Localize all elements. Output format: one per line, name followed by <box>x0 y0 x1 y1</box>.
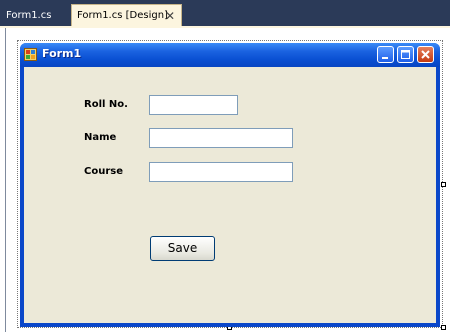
roll-no-label: Roll No. <box>84 99 128 110</box>
minimize-icon <box>382 57 388 59</box>
design-surface: Form1 Roll No. Name Course Save <box>0 28 450 332</box>
tab-label: Form1.cs [Design] <box>77 10 168 21</box>
name-input[interactable] <box>149 128 293 148</box>
form-titlebar[interactable]: Form1 <box>20 43 440 67</box>
resize-handle-corner[interactable] <box>441 325 446 330</box>
maximize-icon <box>401 50 410 59</box>
minimize-button[interactable] <box>377 46 394 63</box>
course-label: Course <box>84 166 123 177</box>
surface-border <box>5 28 6 332</box>
form-title: Form1 <box>42 47 82 60</box>
resize-handle-right[interactable] <box>441 182 446 187</box>
save-button[interactable]: Save <box>150 236 215 261</box>
form-window[interactable]: Form1 Roll No. Name Course Save <box>20 43 440 327</box>
tab-form1-cs[interactable]: Form1.cs <box>6 5 51 26</box>
close-icon[interactable]: ✕ <box>165 5 175 27</box>
form-icon <box>24 48 37 61</box>
maximize-button[interactable] <box>397 46 414 63</box>
close-button[interactable] <box>417 46 434 63</box>
roll-no-input[interactable] <box>149 95 238 115</box>
tab-form1-design[interactable]: Form1.cs [Design] ✕ <box>71 4 182 26</box>
close-icon <box>421 50 430 59</box>
form-client-area: Roll No. Name Course Save <box>24 67 436 323</box>
course-input[interactable] <box>149 162 293 182</box>
name-label: Name <box>84 132 117 143</box>
document-tab-strip: Form1.cs Form1.cs [Design] ✕ <box>0 0 450 26</box>
